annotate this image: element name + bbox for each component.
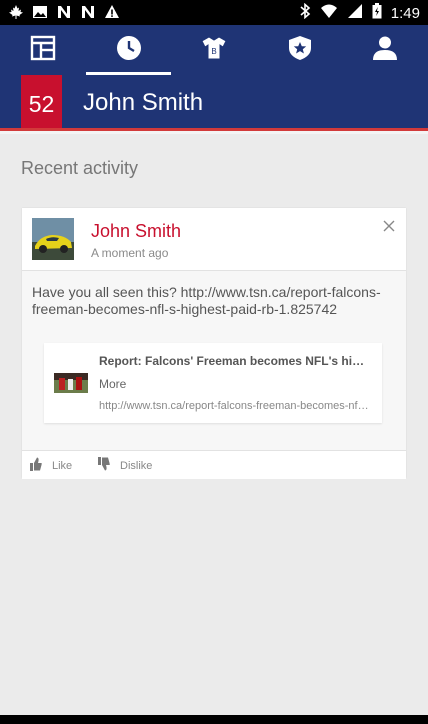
tab-roster[interactable] xyxy=(0,25,86,75)
tab-league[interactable] xyxy=(257,25,343,75)
link-title[interactable]: Report: Falcons' Freeman becomes NFL's h… xyxy=(99,354,371,368)
thumbs-down-icon xyxy=(98,457,110,474)
dislike-button[interactable]: Dislike xyxy=(98,457,152,474)
status-bar: 1:49 xyxy=(0,0,428,25)
activity-card: John Smith A moment ago Have you all see… xyxy=(22,208,406,479)
tab-profile[interactable] xyxy=(342,25,428,75)
battery-icon xyxy=(372,3,382,24)
avatar[interactable] xyxy=(32,218,74,260)
n-icon xyxy=(56,4,72,25)
tab-team[interactable]: B xyxy=(171,25,257,75)
image-icon xyxy=(32,4,48,25)
link-preview[interactable]: Report: Falcons' Freeman becomes NFL's h… xyxy=(44,343,382,423)
section-title: Recent activity xyxy=(21,158,139,178)
shield-star-icon xyxy=(287,35,313,66)
warning-icon xyxy=(104,4,120,25)
roster-icon xyxy=(30,35,56,66)
card-actions: Like Dislike xyxy=(22,450,406,479)
maple-leaf-icon xyxy=(8,4,24,25)
svg-text:B: B xyxy=(211,47,216,56)
tab-activity[interactable] xyxy=(86,25,172,75)
post-text: Have you all seen this? http://www.tsn.c… xyxy=(32,284,381,317)
signal-icon xyxy=(347,3,363,24)
active-tab-indicator xyxy=(86,72,171,75)
bluetooth-icon xyxy=(299,2,311,24)
clock-time: 1:49 xyxy=(390,4,420,22)
app-bar: B 52 John Smith xyxy=(0,25,428,133)
link-url[interactable]: http://www.tsn.ca/report-falcons-freeman… xyxy=(99,400,371,412)
header-divider-light xyxy=(0,131,428,134)
close-icon[interactable] xyxy=(382,219,396,233)
clock-icon xyxy=(116,35,142,66)
thumbs-up-icon xyxy=(30,457,42,474)
like-button[interactable]: Like xyxy=(30,457,72,474)
dislike-label: Dislike xyxy=(120,459,153,472)
person-icon xyxy=(372,35,398,66)
system-nav-bar xyxy=(0,715,428,724)
link-more[interactable]: More xyxy=(99,377,126,391)
like-label: Like xyxy=(52,459,73,472)
wifi-icon xyxy=(320,3,338,24)
jersey-icon: B xyxy=(200,35,228,66)
post-time: A moment ago xyxy=(91,246,169,260)
n-icon xyxy=(80,4,96,25)
jersey-number-badge: 52 xyxy=(21,75,62,133)
player-name: John Smith xyxy=(83,89,204,116)
post-author[interactable]: John Smith xyxy=(91,221,181,242)
link-thumbnail xyxy=(54,373,88,393)
card-header: John Smith A moment ago xyxy=(22,208,406,271)
